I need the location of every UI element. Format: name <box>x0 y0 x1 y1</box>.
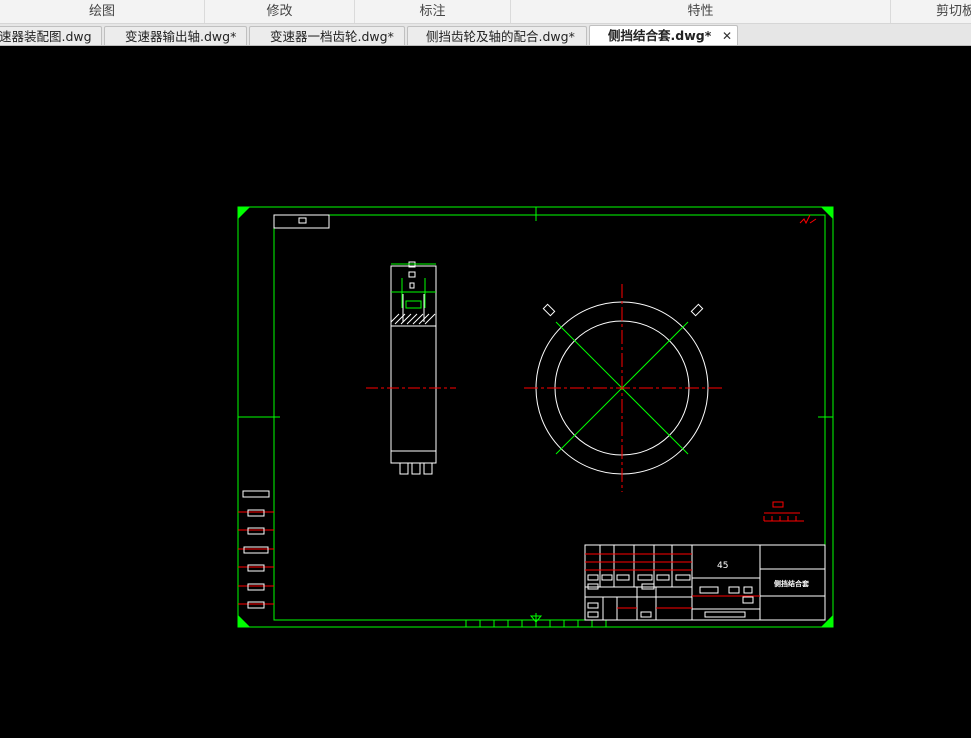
roughness-mark-icon <box>799 214 817 225</box>
ribbon-group-modify[interactable]: 修改 <box>205 0 355 23</box>
drawing-frame <box>237 206 834 628</box>
title-block: 45 侧挡结合套 <box>584 544 826 621</box>
tab-output-shaft[interactable]: 变速器输出轴.dwg* <box>104 26 247 45</box>
ribbon-group-clipboard[interactable]: 剪切板 <box>891 0 971 23</box>
tab-transmission-assembly[interactable]: 速器装配图.dwg <box>0 26 102 45</box>
tab-label: 速器装配图.dwg <box>0 29 92 44</box>
ribbon-group-draw[interactable]: 绘图 <box>0 0 205 23</box>
tab-label: 变速器一档齿轮.dwg* <box>270 29 394 44</box>
ribbon-group-annotate[interactable]: 标注 <box>355 0 511 23</box>
sleeve-hatch <box>390 313 436 325</box>
tab-first-gear[interactable]: 变速器一档齿轮.dwg* <box>249 26 405 45</box>
sleeve-front-centerlines <box>524 284 724 492</box>
sleeve-side-view <box>390 261 437 475</box>
drawing-canvas[interactable]: 45 侧挡结合套 <box>0 46 971 734</box>
tab-side-gear-shaft-fit[interactable]: 侧挡齿轮及轴的配合.dwg* <box>407 26 587 45</box>
ribbon-group-modify-label: 修改 <box>266 4 293 19</box>
tab-label: 变速器输出轴.dwg* <box>125 29 237 44</box>
code-box <box>273 214 330 229</box>
tab-label: 侧挡齿轮及轴的配合.dwg* <box>426 29 575 44</box>
tab-label: 侧挡结合套.dwg* <box>608 28 712 43</box>
document-tab-bar: 速器装配图.dwg 变速器输出轴.dwg* 变速器一档齿轮.dwg* 侧挡齿轮及… <box>0 24 971 46</box>
material-text: 45 <box>717 561 728 571</box>
ribbon-panel-bar: 绘图 修改 标注 特性 剪切板 <box>0 0 971 24</box>
ribbon-group-properties-label: 特性 <box>687 4 714 19</box>
frame-corner-marks <box>238 207 833 627</box>
ribbon-group-properties[interactable]: 特性 <box>511 0 891 23</box>
technical-notes <box>763 501 804 522</box>
part-name-text: 侧挡结合套 <box>774 579 810 588</box>
close-icon[interactable]: ✕ <box>722 26 732 45</box>
ribbon-group-clipboard-label: 剪切板 <box>936 4 971 19</box>
left-revision-strip <box>238 490 274 609</box>
tab-side-coupling-sleeve[interactable]: 侧挡结合套.dwg* ✕ <box>589 25 738 45</box>
ribbon-group-annotate-label: 标注 <box>419 4 446 19</box>
drawing-sheet: 45 侧挡结合套 <box>237 206 834 628</box>
ribbon-group-draw-label: 绘图 <box>88 4 115 19</box>
